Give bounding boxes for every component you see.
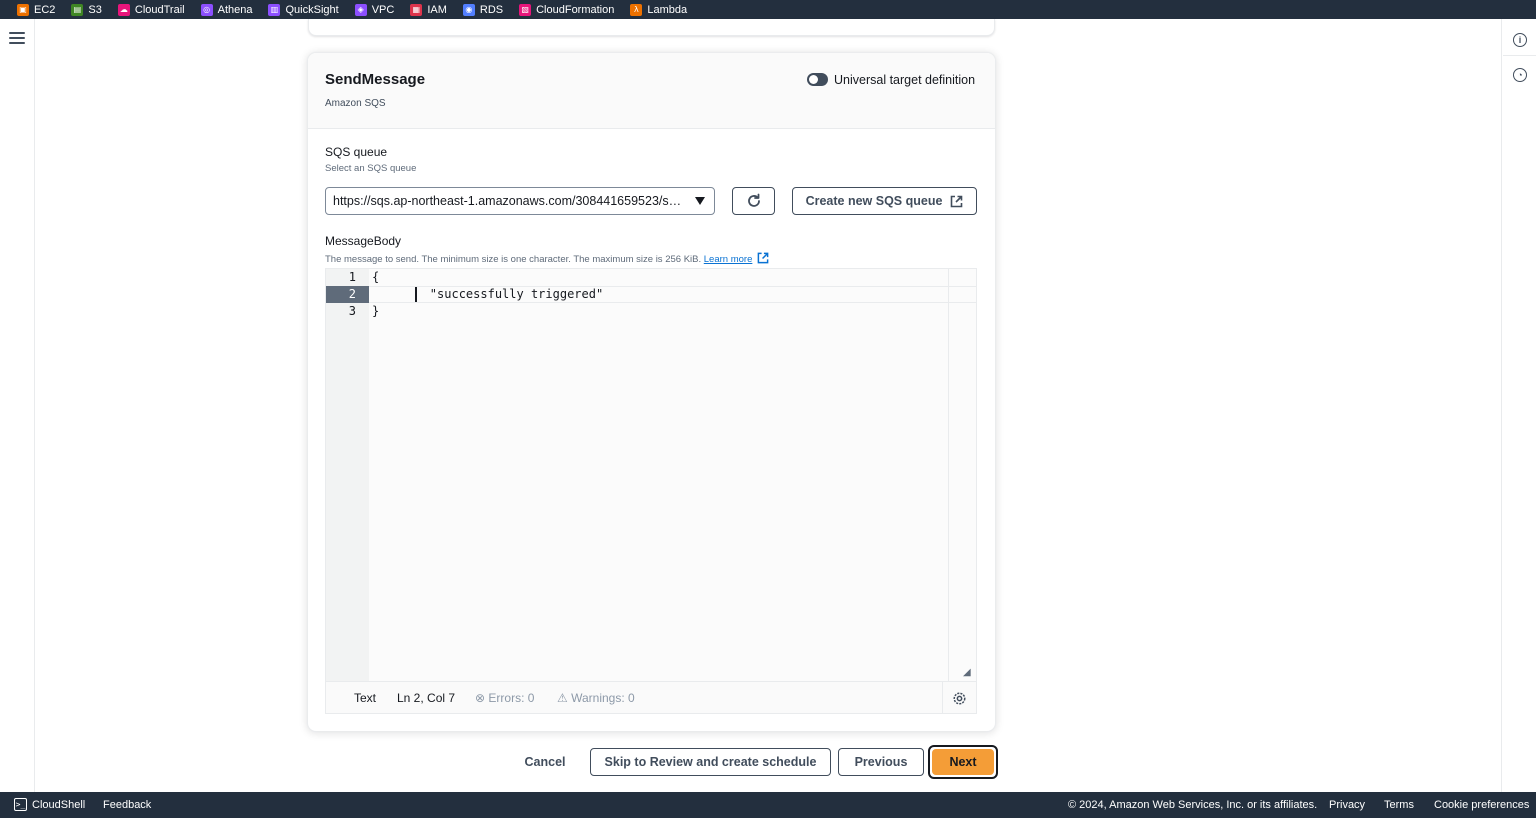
code-line[interactable]: "successfully triggered"	[372, 286, 603, 303]
favorite-label: QuickSight	[285, 3, 339, 16]
terms-link[interactable]: Terms	[1384, 799, 1414, 811]
quicksight-icon: ▥	[268, 3, 281, 16]
cancel-button[interactable]: Cancel	[515, 748, 575, 776]
sqs-queue-select[interactable]: https://sqs.ap-northeast-1.amazonaws.com…	[325, 187, 715, 215]
external-link-icon[interactable]	[757, 252, 769, 264]
message-body-label: MessageBody	[325, 234, 402, 248]
favorite-s3[interactable]: ▤ S3	[71, 0, 102, 19]
code-line[interactable]: {	[372, 269, 379, 286]
lambda-icon: λ	[630, 3, 643, 16]
rds-icon: ◉	[462, 3, 475, 16]
gear-icon	[953, 692, 966, 704]
favorite-label: CloudTrail	[134, 3, 185, 16]
create-sqs-queue-label: Create new SQS queue	[805, 194, 943, 208]
cookie-preferences-link[interactable]: Cookie preferences	[1434, 799, 1529, 811]
skip-to-review-button[interactable]: Skip to Review and create schedule	[590, 748, 831, 776]
ec2-icon: ▣	[17, 3, 29, 16]
next-button[interactable]: Next	[928, 745, 998, 779]
editor-mode[interactable]: Text	[354, 691, 376, 705]
message-body-description: The message to send. The minimum size is…	[325, 252, 769, 265]
cloudshell-icon[interactable]: >_	[14, 798, 27, 811]
favorite-iam[interactable]: ▦ IAM	[410, 0, 447, 19]
editor-status-bar: Text Ln 2, Col 7 ⊗ Errors: 0 ⚠ Warnings:…	[326, 681, 976, 714]
cloudtrail-icon: ☁	[117, 3, 130, 16]
rail-divider	[1503, 55, 1536, 56]
favorite-label: RDS	[479, 3, 504, 16]
warnings-status[interactable]: ⚠ Warnings: 0	[557, 691, 635, 705]
caret-down-icon	[695, 197, 705, 205]
favorite-label: Lambda	[647, 3, 688, 16]
refresh-icon	[747, 193, 760, 207]
copyright-text: © 2024, Amazon Web Services, Inc. or its…	[1068, 799, 1318, 811]
external-link-icon	[951, 195, 963, 207]
text-cursor	[415, 287, 417, 302]
sqs-queue-selected-value: https://sqs.ap-northeast-1.amazonaws.com…	[333, 194, 682, 208]
line-number-active: 2	[326, 286, 369, 303]
vpc-icon: ◈	[354, 3, 367, 16]
s3-icon: ▤	[71, 3, 84, 16]
info-icon[interactable]: i	[1513, 33, 1527, 47]
right-tools-rail: i ◔	[1501, 19, 1536, 792]
errors-count: Errors: 0	[488, 691, 535, 705]
sqs-queue-label: SQS queue	[325, 145, 388, 159]
favorite-rds[interactable]: ◉ RDS	[462, 0, 504, 19]
favorite-ec2[interactable]: ▣ EC2	[17, 0, 55, 19]
favorite-label: IAM	[427, 3, 447, 16]
cloudshell-link[interactable]: CloudShell	[32, 799, 85, 811]
favorite-cloudformation[interactable]: ▧ CloudFormation	[519, 0, 614, 19]
athena-icon: ◎	[200, 3, 213, 16]
line-number: 3	[348, 304, 356, 318]
create-sqs-queue-button[interactable]: Create new SQS queue	[792, 187, 977, 215]
favorite-label: Athena	[217, 3, 253, 16]
resize-handle-icon[interactable]: ◢	[963, 667, 971, 678]
target-card-header: SendMessage Amazon SQS Universal target …	[308, 53, 995, 129]
universal-target-label: Universal target definition	[834, 73, 976, 87]
previous-container	[308, 19, 995, 36]
line-number: 1	[348, 270, 356, 284]
message-body-code-editor[interactable]: 1 2 3 { "successfully triggered" } ◢ Tex…	[325, 268, 977, 714]
privacy-link[interactable]: Privacy	[1329, 799, 1365, 811]
previous-button[interactable]: Previous	[838, 748, 924, 776]
editor-gutter	[326, 269, 369, 681]
error-circle-icon: ⊗	[475, 691, 486, 705]
editor-print-margin	[948, 269, 949, 681]
left-navigation-rail	[0, 19, 35, 792]
warning-triangle-icon: ⚠	[557, 691, 568, 705]
iam-icon: ▦	[410, 3, 423, 16]
sqs-queue-description: Select an SQS queue	[325, 163, 417, 174]
editor-settings-button[interactable]	[942, 682, 976, 714]
cursor-position: Ln 2, Col 7	[397, 691, 456, 705]
hamburger-menu-icon[interactable]	[9, 32, 25, 46]
feedback-link[interactable]: Feedback	[103, 799, 151, 811]
target-service: Amazon SQS	[325, 98, 386, 109]
target-card: SendMessage Amazon SQS Universal target …	[308, 53, 995, 731]
favorite-cloudtrail[interactable]: ☁ CloudTrail	[117, 0, 185, 19]
errors-status[interactable]: ⊗ Errors: 0	[475, 691, 534, 705]
target-title: SendMessage	[325, 71, 426, 88]
favorite-label: CloudFormation	[536, 3, 615, 16]
favorite-label: EC2	[34, 3, 56, 16]
favorites-bar: ▣ EC2 ▤ S3 ☁ CloudTrail ◎ Athena ▥ QuickSight ◈ VPC…	[0, 0, 1536, 19]
warnings-count: Warnings: 0	[571, 691, 635, 705]
universal-target-toggle[interactable]	[807, 73, 828, 86]
refresh-button[interactable]	[732, 187, 775, 215]
console-footer: >_ CloudShell Feedback © 2024, Amazon We…	[0, 792, 1536, 818]
favorite-label: VPC	[371, 3, 395, 16]
code-line[interactable]: }	[372, 303, 379, 320]
message-body-description-text: The message to send. The minimum size is…	[325, 254, 702, 265]
favorite-athena[interactable]: ◎ Athena	[200, 0, 253, 19]
favorite-lambda[interactable]: λ Lambda	[630, 0, 687, 19]
favorite-vpc[interactable]: ◈ VPC	[354, 0, 395, 19]
learn-more-link[interactable]: Learn more	[704, 254, 753, 265]
next-button-label: Next	[932, 749, 994, 775]
cloudformation-icon: ▧	[519, 3, 532, 16]
feedback-clock-icon[interactable]: ◔	[1513, 68, 1527, 82]
favorite-label: S3	[88, 3, 102, 16]
favorite-quicksight[interactable]: ▥ QuickSight	[268, 0, 339, 19]
